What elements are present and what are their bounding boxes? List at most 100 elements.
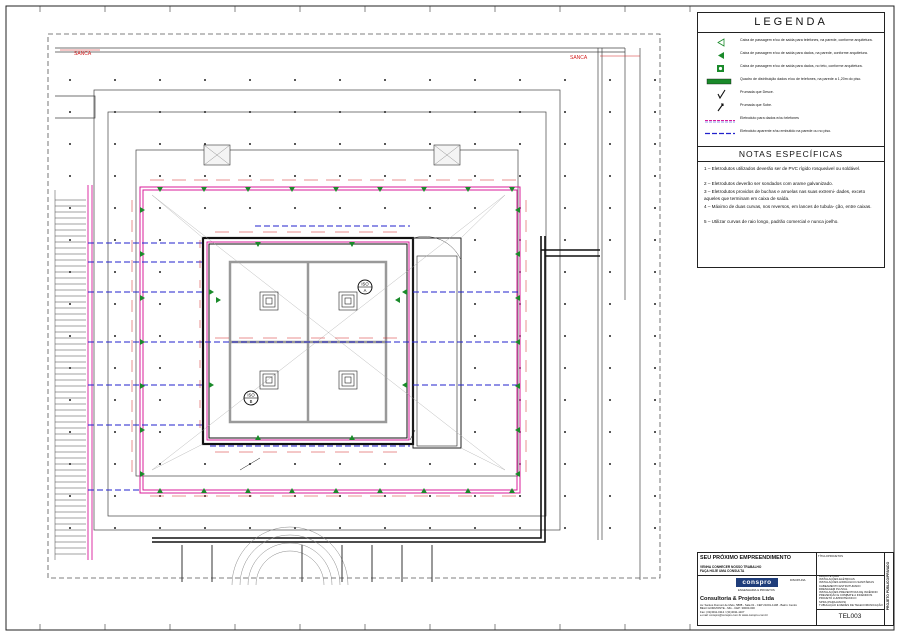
filled-triangle-icon bbox=[718, 52, 724, 59]
discipline-label: DISCIPLINA bbox=[790, 578, 806, 582]
grid-dot bbox=[204, 207, 206, 209]
grid-dot bbox=[204, 527, 206, 529]
grid-dot bbox=[519, 527, 521, 529]
grid-dot bbox=[69, 79, 71, 81]
grid-dot bbox=[654, 175, 656, 177]
title-box: TÍTULO PROJETOS bbox=[816, 553, 884, 576]
grid-dot bbox=[384, 495, 386, 497]
iso-a-bottom: A bbox=[364, 288, 367, 293]
grid-dot bbox=[654, 367, 656, 369]
grid-dot bbox=[249, 79, 251, 81]
grid-dot bbox=[384, 527, 386, 529]
grid-dot bbox=[69, 527, 71, 529]
grid-dot bbox=[609, 463, 611, 465]
ceiling-outlet-icon bbox=[717, 65, 724, 72]
grid-dot bbox=[564, 239, 566, 241]
grid-dot bbox=[339, 175, 341, 177]
grid-dot bbox=[159, 463, 161, 465]
legend-item-ceiling-outlet: Caixa de passagem e/ou de saída para dad… bbox=[704, 63, 880, 74]
grid-dot bbox=[249, 527, 251, 529]
grid-dot bbox=[474, 143, 476, 145]
iso-a-top: ISO bbox=[361, 282, 369, 287]
grid-dot bbox=[204, 79, 206, 81]
grid-dot bbox=[69, 495, 71, 497]
sanca-marker bbox=[60, 49, 640, 57]
open-triangle-icon bbox=[717, 38, 725, 47]
grid-dot bbox=[249, 175, 251, 177]
legend-item-wall-conduit: Eletroduto aparente e/ou embutido na par… bbox=[704, 128, 880, 139]
grid-dot bbox=[609, 111, 611, 113]
grid-dot bbox=[69, 335, 71, 337]
grid-dot bbox=[474, 527, 476, 529]
grid-dot bbox=[339, 79, 341, 81]
grid-dot bbox=[564, 335, 566, 337]
grid-dot bbox=[609, 207, 611, 209]
title-label: TÍTULO bbox=[818, 554, 828, 558]
grid-dot bbox=[474, 495, 476, 497]
grid-dot bbox=[474, 399, 476, 401]
grid-dot bbox=[294, 143, 296, 145]
company-address: Av. Santos Dumont de Melo, 5888 - Sala 0… bbox=[700, 603, 812, 618]
side-label: PROJETO PÚBLICO/PRIVADO bbox=[886, 561, 890, 611]
conduit-ceiling-icon bbox=[705, 120, 735, 123]
grid-dot bbox=[114, 463, 116, 465]
project-subtitle: VENHA CONHECER NOSSO TRABALHO FAÇA HOJE … bbox=[700, 565, 761, 573]
grid-dot bbox=[654, 207, 656, 209]
outlet-symbol bbox=[216, 297, 221, 303]
grid-dot bbox=[69, 463, 71, 465]
grid-dot bbox=[159, 431, 161, 433]
legend-text: Caixa de passagem e/ou de saída para tel… bbox=[740, 38, 873, 42]
riser-down-icon bbox=[717, 89, 726, 100]
title-block: SEU PRÓXIMO EMPREENDIMENTO VENHA CONHECE… bbox=[697, 552, 885, 626]
grid-dot bbox=[564, 207, 566, 209]
grid-dot bbox=[654, 463, 656, 465]
grid-dot bbox=[339, 143, 341, 145]
diffuser-ring bbox=[344, 376, 352, 384]
grid-dot bbox=[384, 111, 386, 113]
grid-dot bbox=[564, 143, 566, 145]
grid-dot bbox=[609, 239, 611, 241]
grid-dot bbox=[159, 271, 161, 273]
grid-dot bbox=[564, 463, 566, 465]
grid-dot bbox=[114, 143, 116, 145]
grid-dot bbox=[384, 463, 386, 465]
grid-dot bbox=[564, 399, 566, 401]
grid-dot bbox=[384, 207, 386, 209]
grid-dot bbox=[564, 495, 566, 497]
grid-dot bbox=[159, 527, 161, 529]
sheet-tick-marks bbox=[39, 6, 691, 630]
grid-dot bbox=[114, 399, 116, 401]
grid-dot bbox=[429, 463, 431, 465]
legend-item-distribution-panel: Quadro de distribuição dados e/ou de tel… bbox=[704, 76, 880, 87]
outlet-symbol bbox=[209, 382, 214, 388]
grid-dot bbox=[519, 495, 521, 497]
grid-dot bbox=[114, 335, 116, 337]
legend-item-riser-down: Prumada que Desce. bbox=[704, 89, 880, 100]
grid-dot bbox=[609, 399, 611, 401]
grid-dot bbox=[429, 495, 431, 497]
column-dots bbox=[69, 79, 656, 529]
grid-dot bbox=[609, 175, 611, 177]
legend-item-telephone-outlet: Caixa de passagem e/ou de saída para tel… bbox=[704, 37, 880, 48]
grid-dot bbox=[654, 399, 656, 401]
grid-dot bbox=[114, 303, 116, 305]
grid-dot bbox=[429, 111, 431, 113]
blue-conduits bbox=[88, 225, 520, 491]
grid-dot bbox=[429, 143, 431, 145]
grid-dot bbox=[654, 335, 656, 337]
grid-dot bbox=[609, 367, 611, 369]
project-subtitle-2: FAÇA HOJE UMA CONSULTA bbox=[700, 569, 745, 573]
left-riser-conduits bbox=[87, 185, 93, 560]
diffuser-ring bbox=[341, 294, 355, 308]
grid-dot bbox=[114, 367, 116, 369]
discipline-item: TUBULAÇÃO E REDES DE TELECOMUNICAÇÃO bbox=[819, 602, 883, 607]
grid-dot bbox=[564, 271, 566, 273]
grid-dot bbox=[654, 111, 656, 113]
grid-dot bbox=[69, 111, 71, 113]
grid-dot bbox=[114, 175, 116, 177]
grid-dot bbox=[654, 271, 656, 273]
grid-dot bbox=[294, 111, 296, 113]
legend-title: LEGENDA bbox=[698, 13, 884, 33]
grid-dot bbox=[339, 207, 341, 209]
iso-marker-b: ISO B bbox=[243, 390, 259, 406]
